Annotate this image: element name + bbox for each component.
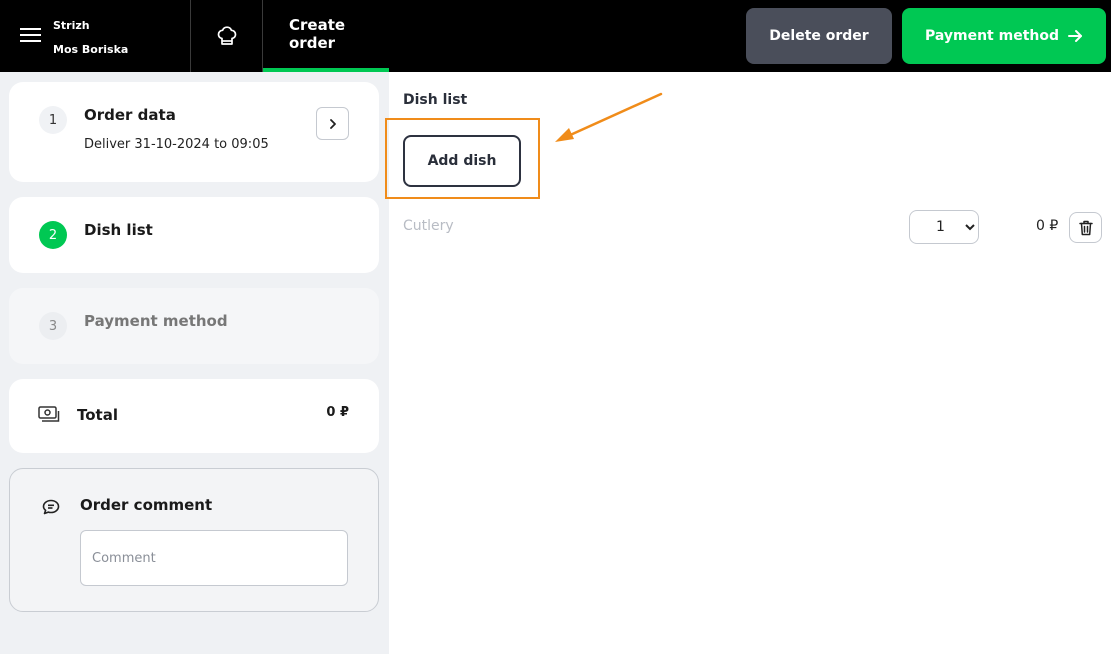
tab-create-label-line2: order — [289, 34, 336, 52]
chef-hat-icon — [217, 26, 237, 45]
step-number: 3 — [39, 312, 67, 340]
hamburger-menu-icon[interactable] — [20, 27, 41, 44]
tab-create-label-line1: Create — [289, 16, 346, 34]
step-dish-list[interactable]: 2 Dish list — [9, 197, 379, 273]
user-block: Strizh Mos Boriska — [53, 14, 128, 62]
trash-icon — [1078, 220, 1093, 235]
chat-bubble-icon — [42, 499, 60, 515]
expand-order-data-button[interactable] — [316, 107, 349, 140]
payment-method-button[interactable]: Payment method — [902, 8, 1106, 64]
payment-method-label: Payment method — [924, 28, 1060, 44]
step-order-data[interactable]: 1 Order data Deliver 31-10-2024 to 09:05 — [9, 82, 379, 182]
sidebar: 1 Order data Deliver 31-10-2024 to 09:05… — [0, 72, 389, 654]
dish-list-title: Dish list — [403, 92, 468, 108]
comment-input[interactable] — [80, 530, 348, 586]
delete-order-button[interactable]: Delete order — [746, 8, 892, 64]
step-number: 2 — [39, 221, 67, 249]
step-title: Payment method — [84, 312, 228, 330]
step-payment-method[interactable]: 3 Payment method — [9, 288, 379, 364]
dish-price: 0 ₽ — [1036, 218, 1059, 234]
step-title: Dish list — [84, 221, 153, 239]
delete-dish-button[interactable] — [1069, 212, 1102, 243]
banknote-icon — [38, 406, 60, 422]
quantity-select[interactable]: 1 — [909, 210, 979, 244]
tab-create-order[interactable]: Create order — [263, 0, 389, 72]
chef-button[interactable] — [191, 0, 263, 72]
chevron-right-icon — [329, 118, 336, 129]
order-comment-title: Order comment — [80, 496, 213, 514]
dish-name: Cutlery — [403, 218, 454, 234]
top-bar: Strizh Mos Boriska Create order Delete o… — [0, 0, 1111, 72]
add-dish-button[interactable]: Add dish — [403, 135, 521, 187]
step-title: Order data — [84, 106, 176, 124]
order-comment-card: Order comment — [9, 468, 379, 612]
user-name: Strizh — [53, 19, 90, 32]
total-label: Total — [77, 406, 118, 424]
arrow-right-icon — [1068, 30, 1083, 42]
total-value: 0 ₽ — [326, 405, 349, 420]
total-card: Total 0 ₽ — [9, 379, 379, 453]
delivery-time: Deliver 31-10-2024 to 09:05 — [84, 137, 269, 152]
step-number: 1 — [39, 106, 67, 134]
user-location: Mos Boriska — [53, 43, 129, 56]
